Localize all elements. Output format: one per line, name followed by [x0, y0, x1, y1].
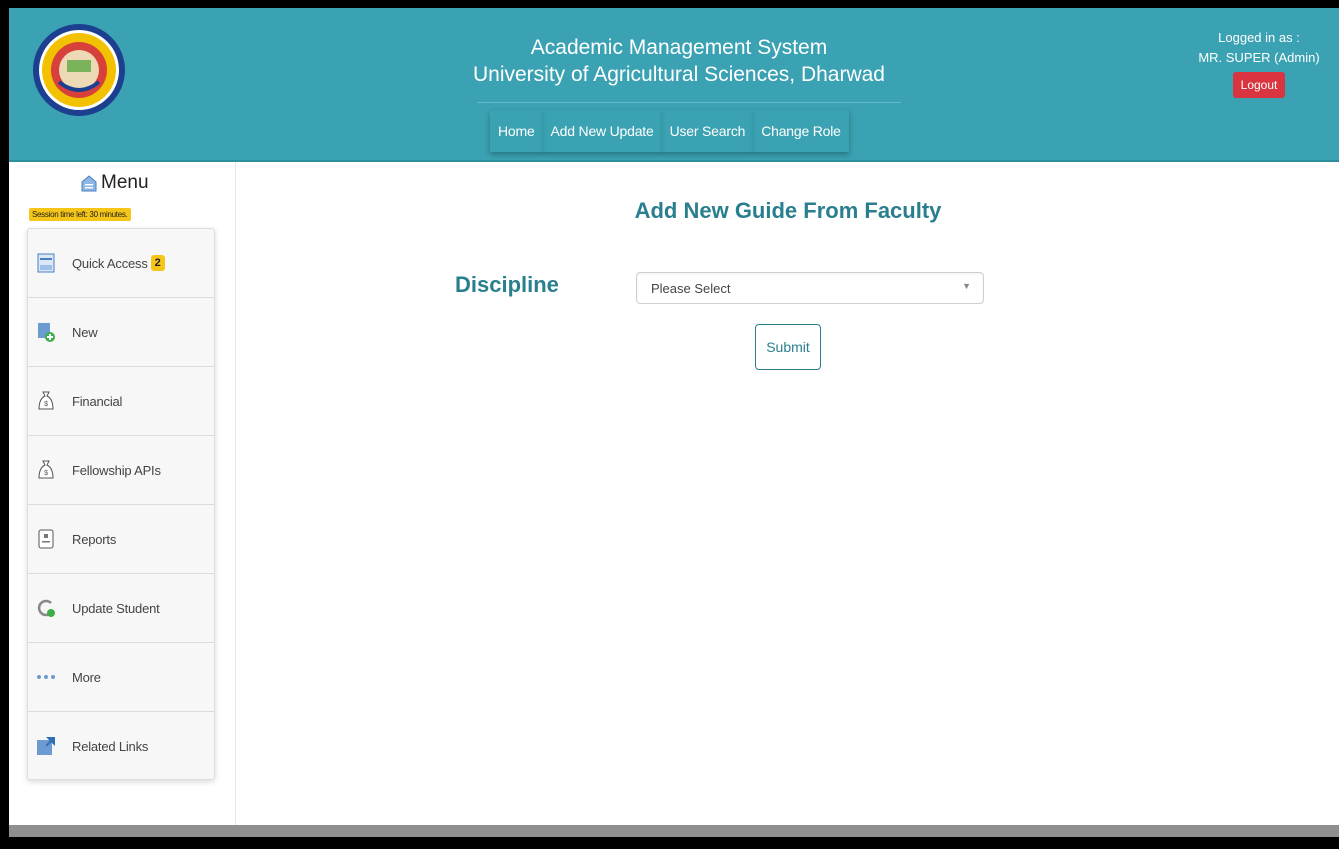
sidebar-item-reports[interactable]: Reports [28, 505, 214, 574]
sidebar-item-label: Related Links [72, 738, 149, 754]
menu-label: Menu [101, 172, 149, 193]
nav-change-role[interactable]: Change Role [753, 110, 849, 152]
sidebar-item-label: New [72, 324, 98, 340]
university-logo [29, 20, 129, 120]
nav-user-search[interactable]: User Search [662, 110, 754, 152]
sidebar-item-label: Update Student [72, 600, 160, 616]
report-icon [36, 529, 56, 549]
menu-panel: Quick Access 2 New $ Financial $ Fellows… [27, 228, 215, 780]
sidebar-item-more[interactable]: More [28, 643, 214, 712]
home-icon [81, 174, 97, 191]
new-document-icon [36, 322, 56, 342]
sidebar-item-financial[interactable]: $ Financial [28, 367, 214, 436]
discipline-label: Discipline [455, 272, 559, 297]
session-timer: Session time left: 30 minutes. [29, 208, 131, 221]
login-info: Logged in as : MR. SUPER (Admin) Logout [1189, 28, 1329, 98]
sidebar: Menu Session time left: 30 minutes. Quic… [9, 162, 236, 827]
more-dots-icon [36, 667, 56, 687]
discipline-select-value: Please Select [651, 280, 731, 296]
chevron-down-icon: ▼ [962, 281, 971, 291]
site-title-line2: University of Agricultural Sciences, Dha… [472, 63, 885, 86]
discipline-select[interactable]: Please Select ▼ [636, 272, 984, 304]
external-link-icon [36, 736, 56, 756]
quick-access-badge: 2 [150, 255, 165, 271]
logged-in-label: Logged in as : [1218, 30, 1300, 45]
nav-add-new-update[interactable]: Add New Update [543, 110, 662, 152]
title-divider [477, 102, 901, 103]
sidebar-item-fellowship-apis[interactable]: $ Fellowship APIs [28, 436, 214, 505]
money-bag-icon: $ [36, 391, 56, 411]
user-name: MR. SUPER (Admin) [1198, 50, 1320, 65]
sidebar-item-quick-access[interactable]: Quick Access 2 [28, 229, 214, 298]
page-title: Add New Guide From Faculty [634, 198, 942, 223]
sidebar-item-new[interactable]: New [28, 298, 214, 367]
sidebar-item-label: More [72, 669, 101, 685]
menu-heading: Menu [81, 172, 149, 194]
inbox-icon [36, 253, 56, 273]
app-window: Academic Management System University of… [9, 8, 1339, 837]
sidebar-item-label: Fellowship APIs [72, 462, 161, 478]
site-title: Academic Management System University of… [449, 34, 909, 88]
top-nav: Home Add New Update User Search Change R… [490, 110, 849, 152]
submit-button[interactable]: Submit [755, 324, 821, 370]
nav-home[interactable]: Home [490, 110, 543, 152]
refresh-icon [36, 598, 56, 618]
sidebar-item-label: Quick Access [72, 255, 148, 271]
header-bar: Academic Management System University of… [9, 8, 1339, 162]
svg-text:$: $ [44, 401, 48, 408]
logout-button[interactable]: Logout [1232, 72, 1286, 98]
horizontal-scrollbar[interactable] [9, 825, 1339, 837]
money-bag-icon: $ [36, 460, 56, 480]
sidebar-item-label: Financial [72, 393, 123, 409]
svg-text:$: $ [44, 470, 48, 477]
sidebar-item-label: Reports [72, 531, 117, 547]
sidebar-item-related-links[interactable]: Related Links [28, 712, 214, 780]
sidebar-item-update-student[interactable]: Update Student [28, 574, 214, 643]
site-title-line1: Academic Management System [530, 36, 828, 59]
